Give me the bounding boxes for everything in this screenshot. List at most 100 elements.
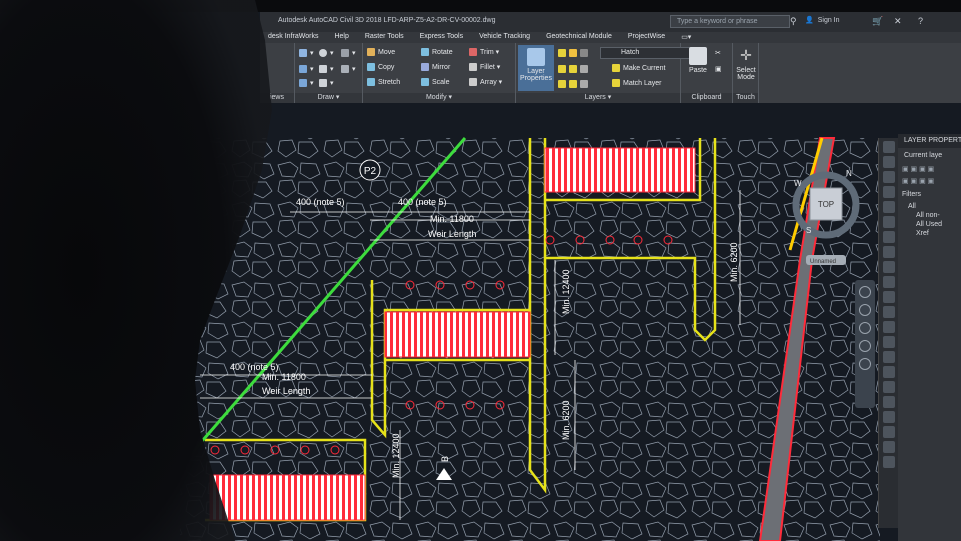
layer-palette-header: LAYER PROPERTIE	[898, 134, 961, 148]
palette-tool-icon[interactable]	[882, 351, 895, 363]
circle-tool[interactable]: ▾	[319, 49, 334, 57]
filter-all[interactable]: All	[898, 202, 961, 211]
scale-button[interactable]: Scale	[421, 78, 450, 86]
filters-label: Filters	[902, 191, 922, 198]
palette-tool-icon[interactable]	[882, 141, 895, 153]
palette-tool-icon[interactable]	[882, 381, 895, 393]
cut-icon[interactable]: ✂	[715, 49, 721, 57]
point-label: P2	[364, 166, 377, 177]
filter-xref[interactable]: Xref	[898, 229, 961, 238]
dim-note-right-top: 400 (note 5)	[398, 197, 447, 207]
tab-express-tools[interactable]: Express Tools	[412, 32, 471, 43]
binoculars-icon[interactable]: ⚲	[790, 16, 797, 27]
layer-tools-row1[interactable]	[558, 65, 588, 73]
layer-state-icons[interactable]	[558, 49, 588, 57]
layers-panel-title[interactable]: Layers ▾	[516, 93, 680, 103]
dim-note-left-top: 400 (note 5)	[296, 197, 345, 207]
palette-tool-icon[interactable]	[882, 441, 895, 453]
palette-tool-icon[interactable]	[882, 261, 895, 273]
tab-projectwise[interactable]: ProjectWise	[620, 32, 673, 43]
make-current-button[interactable]: Make Current	[612, 64, 665, 72]
palette-tool-icon[interactable]	[882, 171, 895, 183]
current-layer-label: Current laye	[904, 152, 943, 159]
tab-raster-tools[interactable]: Raster Tools	[357, 32, 412, 43]
draw-panel-title[interactable]: Draw ▾	[295, 93, 362, 103]
palette-tool-icon[interactable]	[882, 321, 895, 333]
polyline-tool[interactable]: ▾	[299, 49, 314, 57]
palette-tool-icon[interactable]	[882, 336, 895, 348]
showmotion-icon[interactable]	[859, 358, 871, 370]
touch-panel-title: Touch	[733, 93, 758, 103]
filter-all-non[interactable]: All non-	[898, 211, 961, 220]
layer-filter-tree: All All non- All Used Xref	[898, 202, 961, 238]
rectangle-tool[interactable]: ▾	[341, 65, 356, 73]
palette-tool-icon[interactable]	[882, 396, 895, 408]
match-layer-button[interactable]: Match Layer	[612, 79, 662, 87]
layer-toolbar-icons[interactable]: ▣ ▣ ▣ ▣	[898, 163, 961, 175]
palette-tool-icon[interactable]	[882, 411, 895, 423]
sign-in-button[interactable]: 👤 Sign In	[805, 16, 840, 25]
steering-wheel-icon[interactable]	[859, 286, 871, 298]
move-button[interactable]: Move	[367, 48, 395, 56]
array-button[interactable]: Array ▾	[469, 78, 502, 86]
spline-tool[interactable]: ▾	[299, 79, 314, 87]
help-icon[interactable]: ?	[918, 16, 923, 26]
palette-tool-icon[interactable]	[882, 246, 895, 258]
tab-infraworks[interactable]: desk InfraWorks	[260, 32, 326, 43]
compass-south: S	[806, 226, 811, 235]
cart-icon[interactable]: 🛒	[872, 16, 883, 27]
copy-button[interactable]: Copy	[367, 63, 394, 71]
orbit-icon[interactable]	[859, 340, 871, 352]
exchange-icon[interactable]: ✕	[894, 16, 902, 27]
dim-min-12400-mid: Min. 12400	[561, 269, 571, 314]
filter-all-used[interactable]: All Used	[898, 220, 961, 229]
palette-tool-icon[interactable]	[882, 366, 895, 378]
rotate-button[interactable]: Rotate	[421, 48, 453, 56]
hatch-block-bottom	[209, 474, 366, 521]
ellipse-tool[interactable]: ▾	[319, 79, 334, 87]
window-title: Autodesk AutoCAD Civil 3D 2018 LFD-ARP-Z…	[278, 17, 496, 24]
drawing-canvas[interactable]: P2 400 (note 5) 400 (note 5) Min. 11800 …	[180, 103, 880, 541]
palette-tool-icon[interactable]	[882, 456, 895, 468]
search-input[interactable]: Type a keyword or phrase	[670, 15, 790, 28]
palette-tool-icon[interactable]	[882, 156, 895, 168]
line-tool[interactable]: ▾	[299, 65, 314, 73]
palette-tool-icon[interactable]	[882, 186, 895, 198]
layer-toolbar-icons-2[interactable]: ▣ ▣ ▣ ▣	[898, 175, 961, 187]
tab-vehicle-tracking[interactable]: Vehicle Tracking	[471, 32, 538, 43]
ribbon: iews ▾ ▾ ▾ ▾ ▾ ▾ ▾ ▾ Draw ▾ Move Rotate …	[260, 43, 961, 103]
user-icon: 👤	[805, 17, 814, 24]
select-mode-button[interactable]: ✛ Select Mode	[733, 47, 759, 81]
zoom-icon[interactable]	[859, 322, 871, 334]
fillet-button[interactable]: Fillet ▾	[469, 63, 500, 71]
paste-button[interactable]: Paste	[685, 47, 711, 74]
pan-icon[interactable]	[859, 304, 871, 316]
palette-tool-icon[interactable]	[882, 216, 895, 228]
tab-geotechnical-module[interactable]: Geotechnical Module	[538, 32, 620, 43]
palette-tool-icon[interactable]	[882, 426, 895, 438]
layer-properties-palette: LAYER PROPERTIE Current laye ▣ ▣ ▣ ▣ ▣ ▣…	[898, 134, 961, 541]
autocad-window: Autodesk AutoCAD Civil 3D 2018 LFD-ARP-Z…	[0, 0, 961, 541]
tab-help[interactable]: Help	[326, 32, 356, 43]
layer-properties-icon	[527, 48, 545, 66]
arc-tool[interactable]: ▾	[319, 65, 334, 73]
layer-properties-button[interactable]: Layer Properties	[518, 45, 554, 91]
hatch-block-middle	[384, 311, 531, 358]
hatch-tool[interactable]: ▾	[341, 49, 356, 57]
palette-tool-icon[interactable]	[882, 201, 895, 213]
modify-panel-title[interactable]: Modify ▾	[363, 93, 515, 103]
dim-min-12400-left: Min. 12400	[391, 433, 401, 478]
compass-west: W	[794, 179, 802, 188]
mirror-button[interactable]: Mirror	[421, 63, 450, 71]
clipboard-panel: Paste ✂ ▣ Clipboard	[681, 43, 733, 103]
palette-tool-icon[interactable]	[882, 306, 895, 318]
palette-tool-icon[interactable]	[882, 276, 895, 288]
compass-north: N	[846, 169, 852, 178]
palette-tool-icon[interactable]	[882, 231, 895, 243]
layer-tools-row2[interactable]	[558, 80, 588, 88]
copy-clip-icon[interactable]: ▣	[715, 65, 722, 73]
stretch-button[interactable]: Stretch	[367, 78, 400, 86]
tab-more-icon[interactable]: ▭▾	[673, 32, 699, 43]
palette-tool-icon[interactable]	[882, 291, 895, 303]
trim-button[interactable]: Trim ▾	[469, 48, 499, 56]
